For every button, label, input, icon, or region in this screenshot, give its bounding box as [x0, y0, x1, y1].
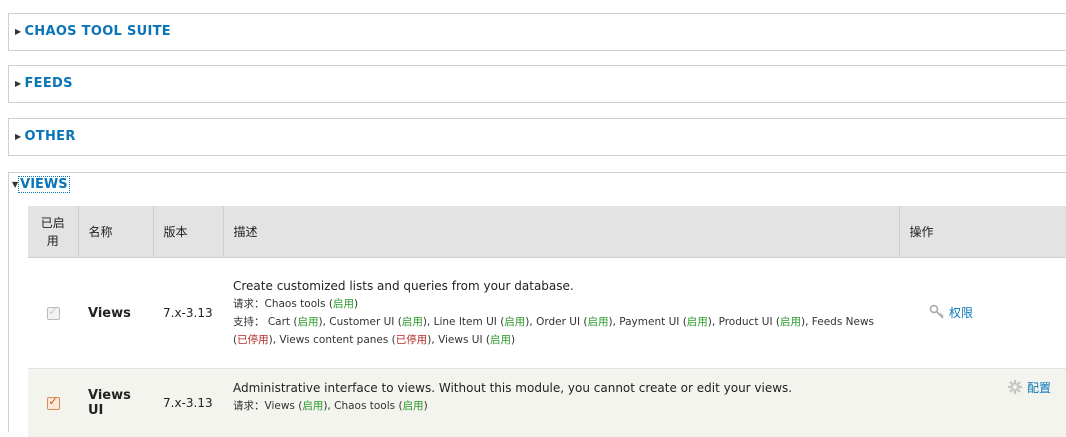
dependency-status: 启用 — [302, 400, 323, 412]
requires-line: 请求：Chaos tools (启用) — [233, 295, 889, 313]
operations-cell: 权限 — [899, 258, 1066, 369]
dependency-status: 启用 — [780, 316, 801, 328]
dependency-item: Line Item UI (启用), — [434, 316, 536, 328]
module-description: Create customized lists and queries from… — [233, 277, 889, 295]
enabled-cell: ✓ — [28, 369, 78, 437]
dependency-status: 已停用 — [237, 334, 269, 346]
fieldset-label: VIEWS — [19, 177, 68, 192]
dependency-status: 启用 — [403, 400, 424, 412]
dependency-name: Views content panes ( — [279, 334, 395, 346]
fieldset-other — [8, 118, 1066, 156]
fieldset-label: CHAOS TOOL SUITE — [24, 24, 171, 39]
module-enabled-checkbox-disabled[interactable]: ✓ — [47, 307, 60, 320]
gear-icon — [1007, 379, 1023, 398]
fieldset-feeds — [8, 65, 1066, 103]
fieldset-toggle-chaos-tool-suite[interactable]: ▶CHAOS TOOL SUITE — [15, 24, 171, 39]
table-row: ✓ ViewsUI 7.x-3.13 Administrative interf… — [28, 369, 1066, 437]
configure-link[interactable]: 配置 — [1007, 381, 1051, 395]
fieldset-toggle-feeds[interactable]: ▶FEEDS — [15, 76, 73, 91]
requires-line: 请求：Views (启用), Chaos tools (启用) — [233, 397, 889, 415]
dependency-name: Order UI ( — [536, 316, 587, 328]
module-version: 7.x-3.13 — [153, 369, 223, 437]
expanded-triangle-icon: ▼ — [12, 180, 18, 189]
fieldset-toggle-other[interactable]: ▶OTHER — [15, 129, 76, 144]
module-description: Administrative interface to views. Witho… — [233, 379, 889, 397]
dependency-name: Customer UI ( — [329, 316, 402, 328]
module-enabled-checkbox[interactable]: ✓ — [47, 397, 60, 410]
table-row: ✓ Views 7.x-3.13 Create customized lists… — [28, 258, 1066, 369]
enabled-cell: ✓ — [28, 258, 78, 369]
table-header-row: 已启用 名称 版本 描述 操作 — [28, 206, 1066, 258]
module-name: Views — [78, 258, 153, 369]
dependency-status: 启用 — [333, 298, 354, 310]
dependency-name: Chaos tools ( — [334, 400, 402, 412]
collapsed-triangle-icon: ▶ — [15, 79, 21, 88]
dependency-item: Cart (启用), — [268, 316, 329, 328]
header-operations: 操作 — [899, 206, 1066, 258]
collapsed-triangle-icon: ▶ — [15, 27, 21, 36]
header-name: 名称 — [78, 206, 153, 258]
supports-line: 支持： Cart (启用), Customer UI (启用), Line It… — [233, 313, 889, 349]
dependency-item: Customer UI (启用), — [329, 316, 433, 328]
module-version: 7.x-3.13 — [153, 258, 223, 369]
fieldset-label: OTHER — [24, 129, 75, 144]
module-description-cell: Administrative interface to views. Witho… — [223, 369, 899, 437]
dependency-status: 启用 — [587, 316, 608, 328]
modules-table: 已启用 名称 版本 描述 操作 ✓ Views 7.x-3.13 Create … — [28, 206, 1066, 437]
dependency-name: Chaos tools ( — [265, 298, 333, 310]
header-version: 版本 — [153, 206, 223, 258]
dependency-item: Product UI (启用), — [719, 316, 812, 328]
module-name: ViewsUI — [78, 369, 153, 437]
header-description: 描述 — [223, 206, 899, 258]
dependency-item: Views (启用), — [265, 400, 335, 412]
dependency-name: Line Item UI ( — [434, 316, 505, 328]
key-icon — [929, 304, 945, 323]
dependency-name: Cart ( — [268, 316, 298, 328]
dependency-name: Views ( — [265, 400, 303, 412]
module-description-cell: Create customized lists and queries from… — [223, 258, 899, 369]
dependency-status: 启用 — [402, 316, 423, 328]
dependency-name: Payment UI ( — [619, 316, 687, 328]
operations-cell: 配置 — [899, 369, 1066, 437]
dependency-status: 已停用 — [396, 334, 428, 346]
collapsed-triangle-icon: ▶ — [15, 132, 21, 141]
dependency-status: 启用 — [687, 316, 708, 328]
dependency-item: Views UI (启用) — [438, 334, 515, 346]
header-enabled: 已启用 — [28, 206, 78, 258]
dependency-item: Views content panes (已停用), — [279, 334, 438, 346]
dependency-status: 启用 — [490, 334, 511, 346]
fieldset-label: FEEDS — [24, 76, 72, 91]
permissions-link[interactable]: 权限 — [929, 306, 973, 320]
dependency-name: Product UI ( — [719, 316, 780, 328]
dependency-name: Views UI ( — [438, 334, 490, 346]
dependency-status: 启用 — [297, 316, 318, 328]
dependency-item: Chaos tools (启用) — [265, 298, 359, 310]
dependency-item: Payment UI (启用), — [619, 316, 718, 328]
dependency-item: Order UI (启用), — [536, 316, 619, 328]
fieldset-toggle-views[interactable]: ▼VIEWS — [12, 177, 69, 192]
dependency-item: Chaos tools (启用) — [334, 400, 428, 412]
dependency-status: 启用 — [504, 316, 525, 328]
